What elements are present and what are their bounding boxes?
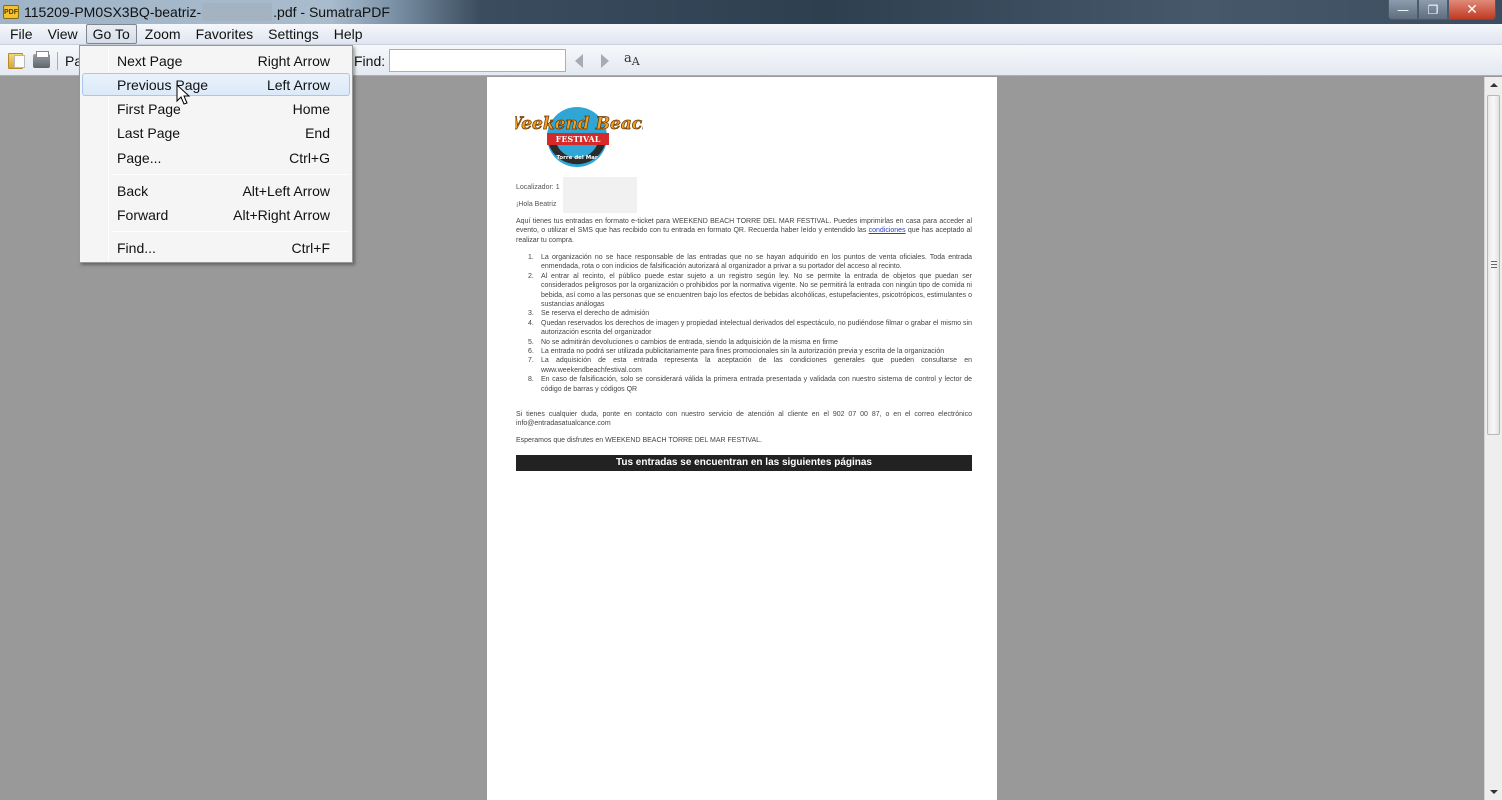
- menu-item-shortcut: Ctrl+F: [291, 240, 331, 256]
- weekend-beach-festival-logo: Weekend Beach FESTIVAL Torre del Mar: [515, 107, 643, 167]
- menu-item-shortcut: Left Arrow: [266, 77, 330, 93]
- menu-view[interactable]: View: [41, 24, 85, 44]
- condition-item: 7. La adquisición de esta entrada represe…: [528, 357, 972, 374]
- menu-item-previous-page[interactable]: Previous Page Left Arrow: [82, 73, 350, 96]
- find-next-icon[interactable]: [601, 54, 609, 68]
- scroll-thumb[interactable]: [1487, 95, 1500, 435]
- menu-item-next-page[interactable]: Next Page Right Arrow: [82, 49, 350, 72]
- menu-item-shortcut: Alt+Right Arrow: [233, 207, 330, 223]
- scroll-grip-icon: [1491, 261, 1497, 269]
- menu-go-to[interactable]: Go To: [85, 24, 137, 44]
- find-previous-icon[interactable]: [575, 54, 583, 68]
- toolbar-divider: [57, 52, 58, 70]
- condition-item: 8. En caso de falsificación, solo se cons…: [528, 376, 972, 393]
- scroll-up-icon[interactable]: [1485, 77, 1502, 93]
- menu-item-back[interactable]: Back Alt+Left Arrow: [82, 179, 350, 202]
- title-suffix: .pdf - SumatraPDF: [273, 4, 390, 20]
- find-label: Find:: [354, 53, 386, 69]
- find-input[interactable]: [389, 49, 566, 72]
- menu-zoom[interactable]: Zoom: [138, 24, 188, 44]
- condition-item: 6. La entrada no podrá ser utilizada publ…: [528, 348, 945, 356]
- close-button[interactable]: ✕: [1448, 0, 1496, 20]
- intro-paragraph: Aquí tienes tus entradas en formato e-ti…: [516, 217, 972, 245]
- scroll-down-icon[interactable]: [1485, 784, 1502, 800]
- maximize-button[interactable]: ❐: [1418, 0, 1448, 20]
- menu-favorites[interactable]: Favorites: [189, 24, 261, 44]
- condition-item: 5. No se admitirán devoluciones o cambios…: [528, 338, 838, 346]
- menu-item-first-page[interactable]: First Page Home: [82, 97, 350, 120]
- condition-text: Al entrar al recinto, el público puede e…: [541, 272, 972, 309]
- menu-item-label: Find...: [117, 240, 156, 256]
- sumatra-app-icon[interactable]: PDF: [3, 5, 19, 19]
- menu-item-shortcut: Alt+Left Arrow: [242, 183, 330, 199]
- condition-item: 3. Se reserva el derecho de admisión: [528, 310, 650, 318]
- redacted-block: [563, 177, 637, 213]
- conditions-list: 1. La organización no se hace responsable…: [516, 253, 972, 394]
- menu-item-shortcut: Home: [292, 101, 330, 117]
- goto-menu-dropdown: Next Page Right Arrow Previous Page Left…: [79, 45, 353, 263]
- menu-separator: [113, 174, 349, 175]
- condition-text: Quedan reservados los derechos de imagen…: [541, 319, 972, 337]
- condition-item: 1. La organización no se hace responsable…: [528, 254, 972, 271]
- condition-item: 4. Quedan reservados los derechos de imag…: [528, 319, 972, 337]
- menu-item-label: Previous Page: [117, 77, 209, 93]
- tickets-banner: Tus entradas se encuentran en las siguie…: [516, 455, 972, 471]
- condition-text: En caso de falsificación, solo se consid…: [541, 376, 972, 393]
- condition-text: La adquisición de esta entrada represent…: [541, 357, 972, 374]
- menu-item-label: First Page: [117, 101, 181, 117]
- menu-item-label: Next Page: [117, 53, 183, 69]
- conditions-link[interactable]: condiciones: [869, 227, 906, 234]
- menu-item-shortcut: Right Arrow: [257, 53, 330, 69]
- logo-arc-text: Torre del Mar: [556, 155, 598, 161]
- match-case-big: A: [631, 55, 640, 68]
- condition-text: La entrada no podrá ser utilizada public…: [541, 348, 945, 356]
- pdf-page: Weekend Beach FESTIVAL Torre del Mar Loc…: [487, 77, 997, 800]
- menu-item-label: Forward: [117, 207, 169, 223]
- condition-item: 2. Al entrar al recinto, el público puede…: [528, 272, 972, 309]
- condition-text: La organización no se hace responsable d…: [541, 254, 972, 271]
- print-icon[interactable]: [33, 51, 50, 68]
- logo-ribbon-text: FESTIVAL: [556, 134, 601, 144]
- menu-item-page[interactable]: Page... Ctrl+G: [82, 146, 350, 169]
- menu-item-label: Page...: [117, 150, 162, 166]
- mouse-cursor-icon: [176, 84, 190, 105]
- minimize-button[interactable]: —: [1388, 0, 1418, 20]
- title-bar: PDF 115209-PM0SX3BQ-beatriz- .pdf - Suma…: [0, 0, 1502, 24]
- menu-item-forward[interactable]: Forward Alt+Right Arrow: [82, 203, 350, 226]
- open-file-icon[interactable]: [8, 53, 25, 69]
- window-title: 115209-PM0SX3BQ-beatriz- .pdf - SumatraP…: [24, 3, 390, 21]
- contact-paragraph: Si tienes cualquier duda, ponte en conta…: [516, 411, 972, 428]
- match-case-small: a: [624, 51, 632, 66]
- menu-separator: [113, 231, 349, 232]
- menu-bar: File View Go To Zoom Favorites Settings …: [0, 24, 1502, 45]
- menu-item-shortcut: Ctrl+G: [289, 150, 330, 166]
- condition-text: Se reserva el derecho de admisión: [541, 310, 650, 318]
- title-prefix: 115209-PM0SX3BQ-beatriz-: [24, 4, 202, 20]
- closing-paragraph: Esperamos que disfrutes en WEEKEND BEACH…: [516, 437, 762, 444]
- vertical-scrollbar[interactable]: [1484, 77, 1502, 800]
- menu-file[interactable]: File: [3, 24, 40, 44]
- logo-title: Weekend Beach: [515, 114, 643, 134]
- menu-item-find[interactable]: Find... Ctrl+F: [82, 236, 350, 259]
- menu-settings[interactable]: Settings: [261, 24, 326, 44]
- menu-item-label: Last Page: [117, 125, 181, 141]
- match-case-icon[interactable]: aA: [624, 51, 640, 68]
- menu-help[interactable]: Help: [327, 24, 370, 44]
- localizador: Localizador: 1: [516, 184, 560, 191]
- menu-item-shortcut: End: [305, 125, 330, 141]
- window-controls: — ❐ ✕: [1388, 0, 1496, 20]
- title-redacted-block: [202, 3, 273, 21]
- menu-item-label: Back: [117, 183, 149, 199]
- menu-item-last-page[interactable]: Last Page End: [82, 121, 350, 144]
- condition-text: No se admitirán devoluciones o cambios d…: [541, 338, 838, 346]
- greeting: ¡Hola Beatriz: [516, 201, 557, 208]
